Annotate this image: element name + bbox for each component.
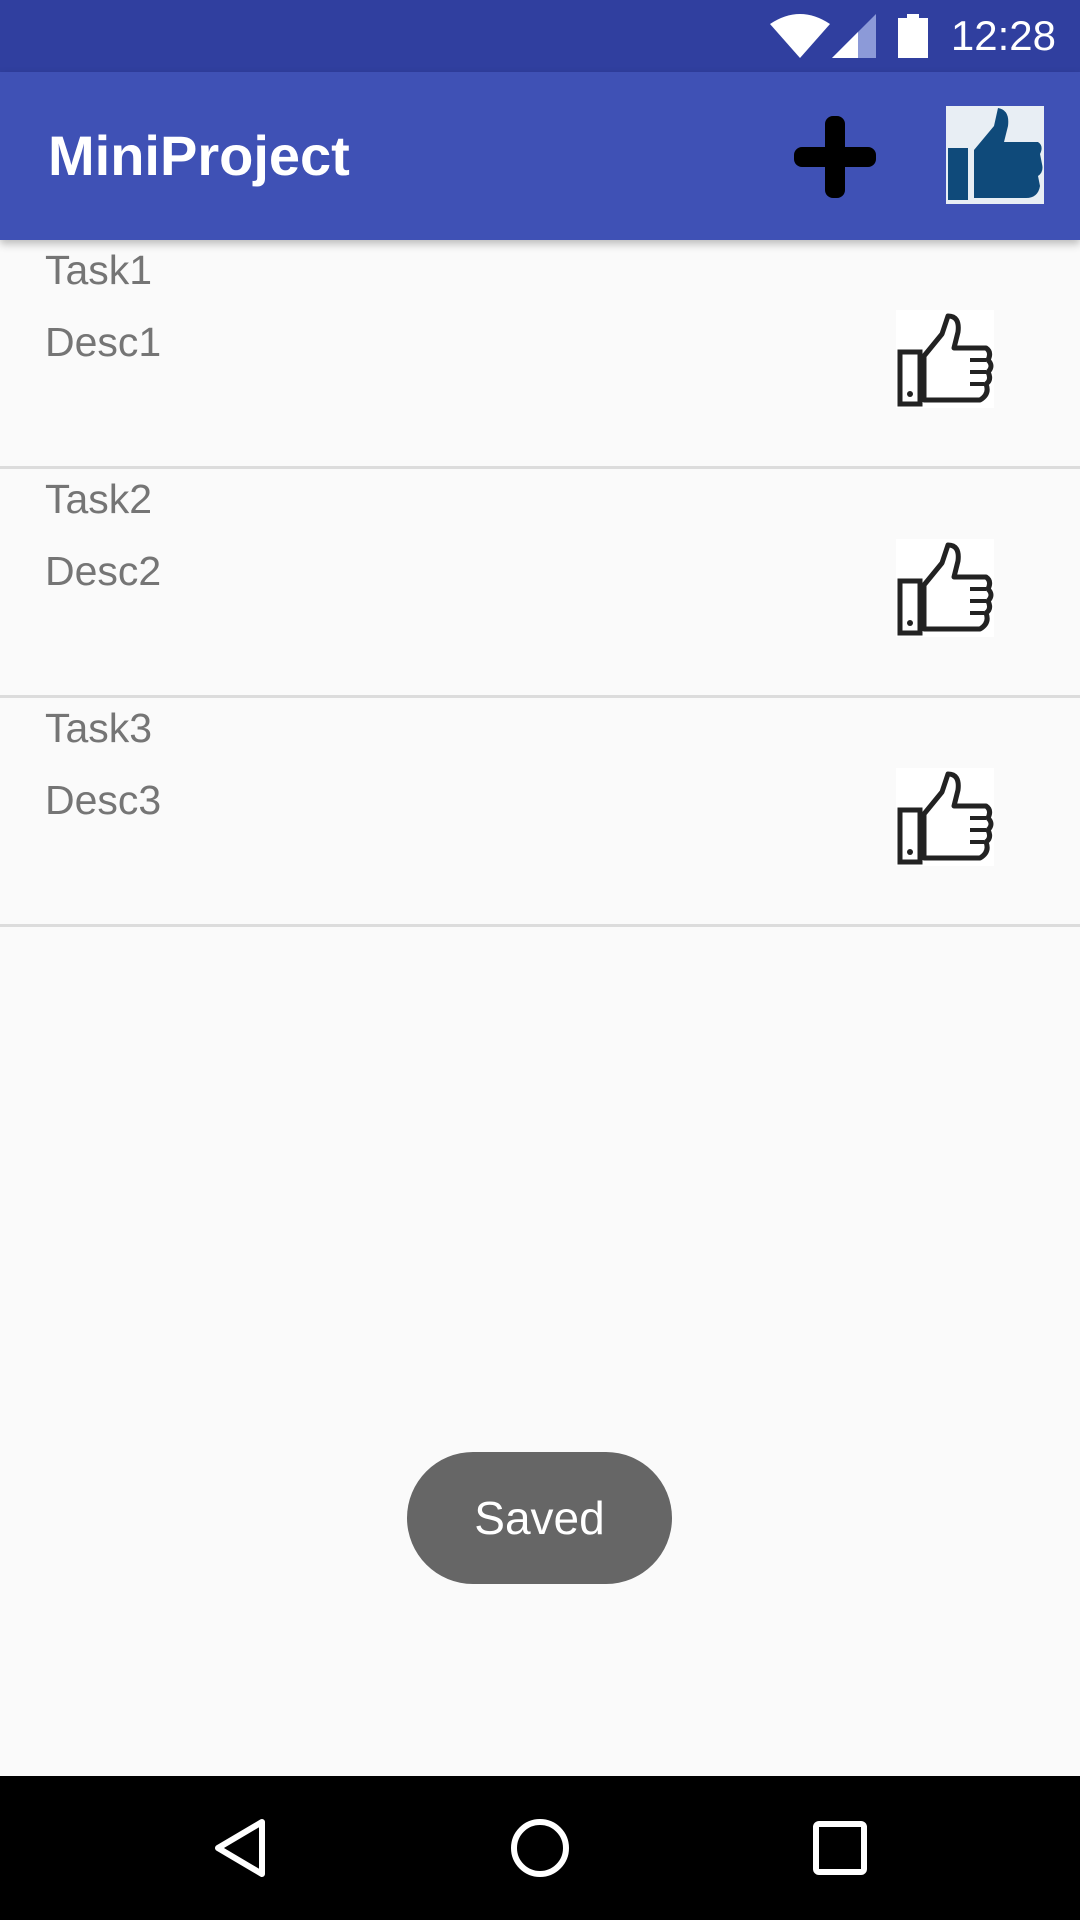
- battery-icon: [898, 14, 928, 58]
- task-row[interactable]: Task2 Desc2: [0, 469, 1080, 698]
- app-bar: MiniProject: [0, 72, 1080, 240]
- home-icon[interactable]: [504, 1812, 576, 1884]
- thumbs-up-icon: [946, 106, 1044, 204]
- navigation-bar: [0, 1776, 1080, 1920]
- task-row[interactable]: Task1 Desc1: [0, 240, 1080, 469]
- task-like-button[interactable]: [896, 310, 994, 408]
- back-icon[interactable]: [204, 1812, 276, 1884]
- task-list: Task1 Desc1 Task2 Desc2 Task3 Desc3: [0, 240, 1080, 927]
- task-like-button[interactable]: [896, 768, 994, 866]
- add-icon: [794, 116, 876, 198]
- toast-message: Saved: [407, 1452, 672, 1584]
- task-like-button[interactable]: [896, 539, 994, 637]
- app-title: MiniProject: [48, 124, 350, 187]
- thumbs-up-outline-icon: [897, 771, 994, 865]
- status-clock: 12:28: [950, 12, 1056, 59]
- task-description: Desc3: [45, 777, 162, 823]
- wifi-icon: [770, 14, 830, 58]
- task-title: Task3: [45, 705, 153, 751]
- recents-icon[interactable]: [804, 1812, 876, 1884]
- task-title: Task2: [45, 476, 153, 522]
- thumbs-up-outline-icon: [897, 313, 994, 407]
- add-task-button[interactable]: [790, 112, 880, 202]
- like-button[interactable]: [946, 106, 1044, 204]
- task-description: Desc1: [45, 319, 162, 365]
- task-title: Task1: [45, 247, 153, 293]
- task-description: Desc2: [45, 548, 162, 594]
- thumbs-up-outline-icon: [897, 542, 994, 636]
- status-bar: 12:28: [0, 0, 1080, 72]
- task-row[interactable]: Task3 Desc3: [0, 698, 1080, 927]
- cell-signal-icon: [832, 14, 876, 58]
